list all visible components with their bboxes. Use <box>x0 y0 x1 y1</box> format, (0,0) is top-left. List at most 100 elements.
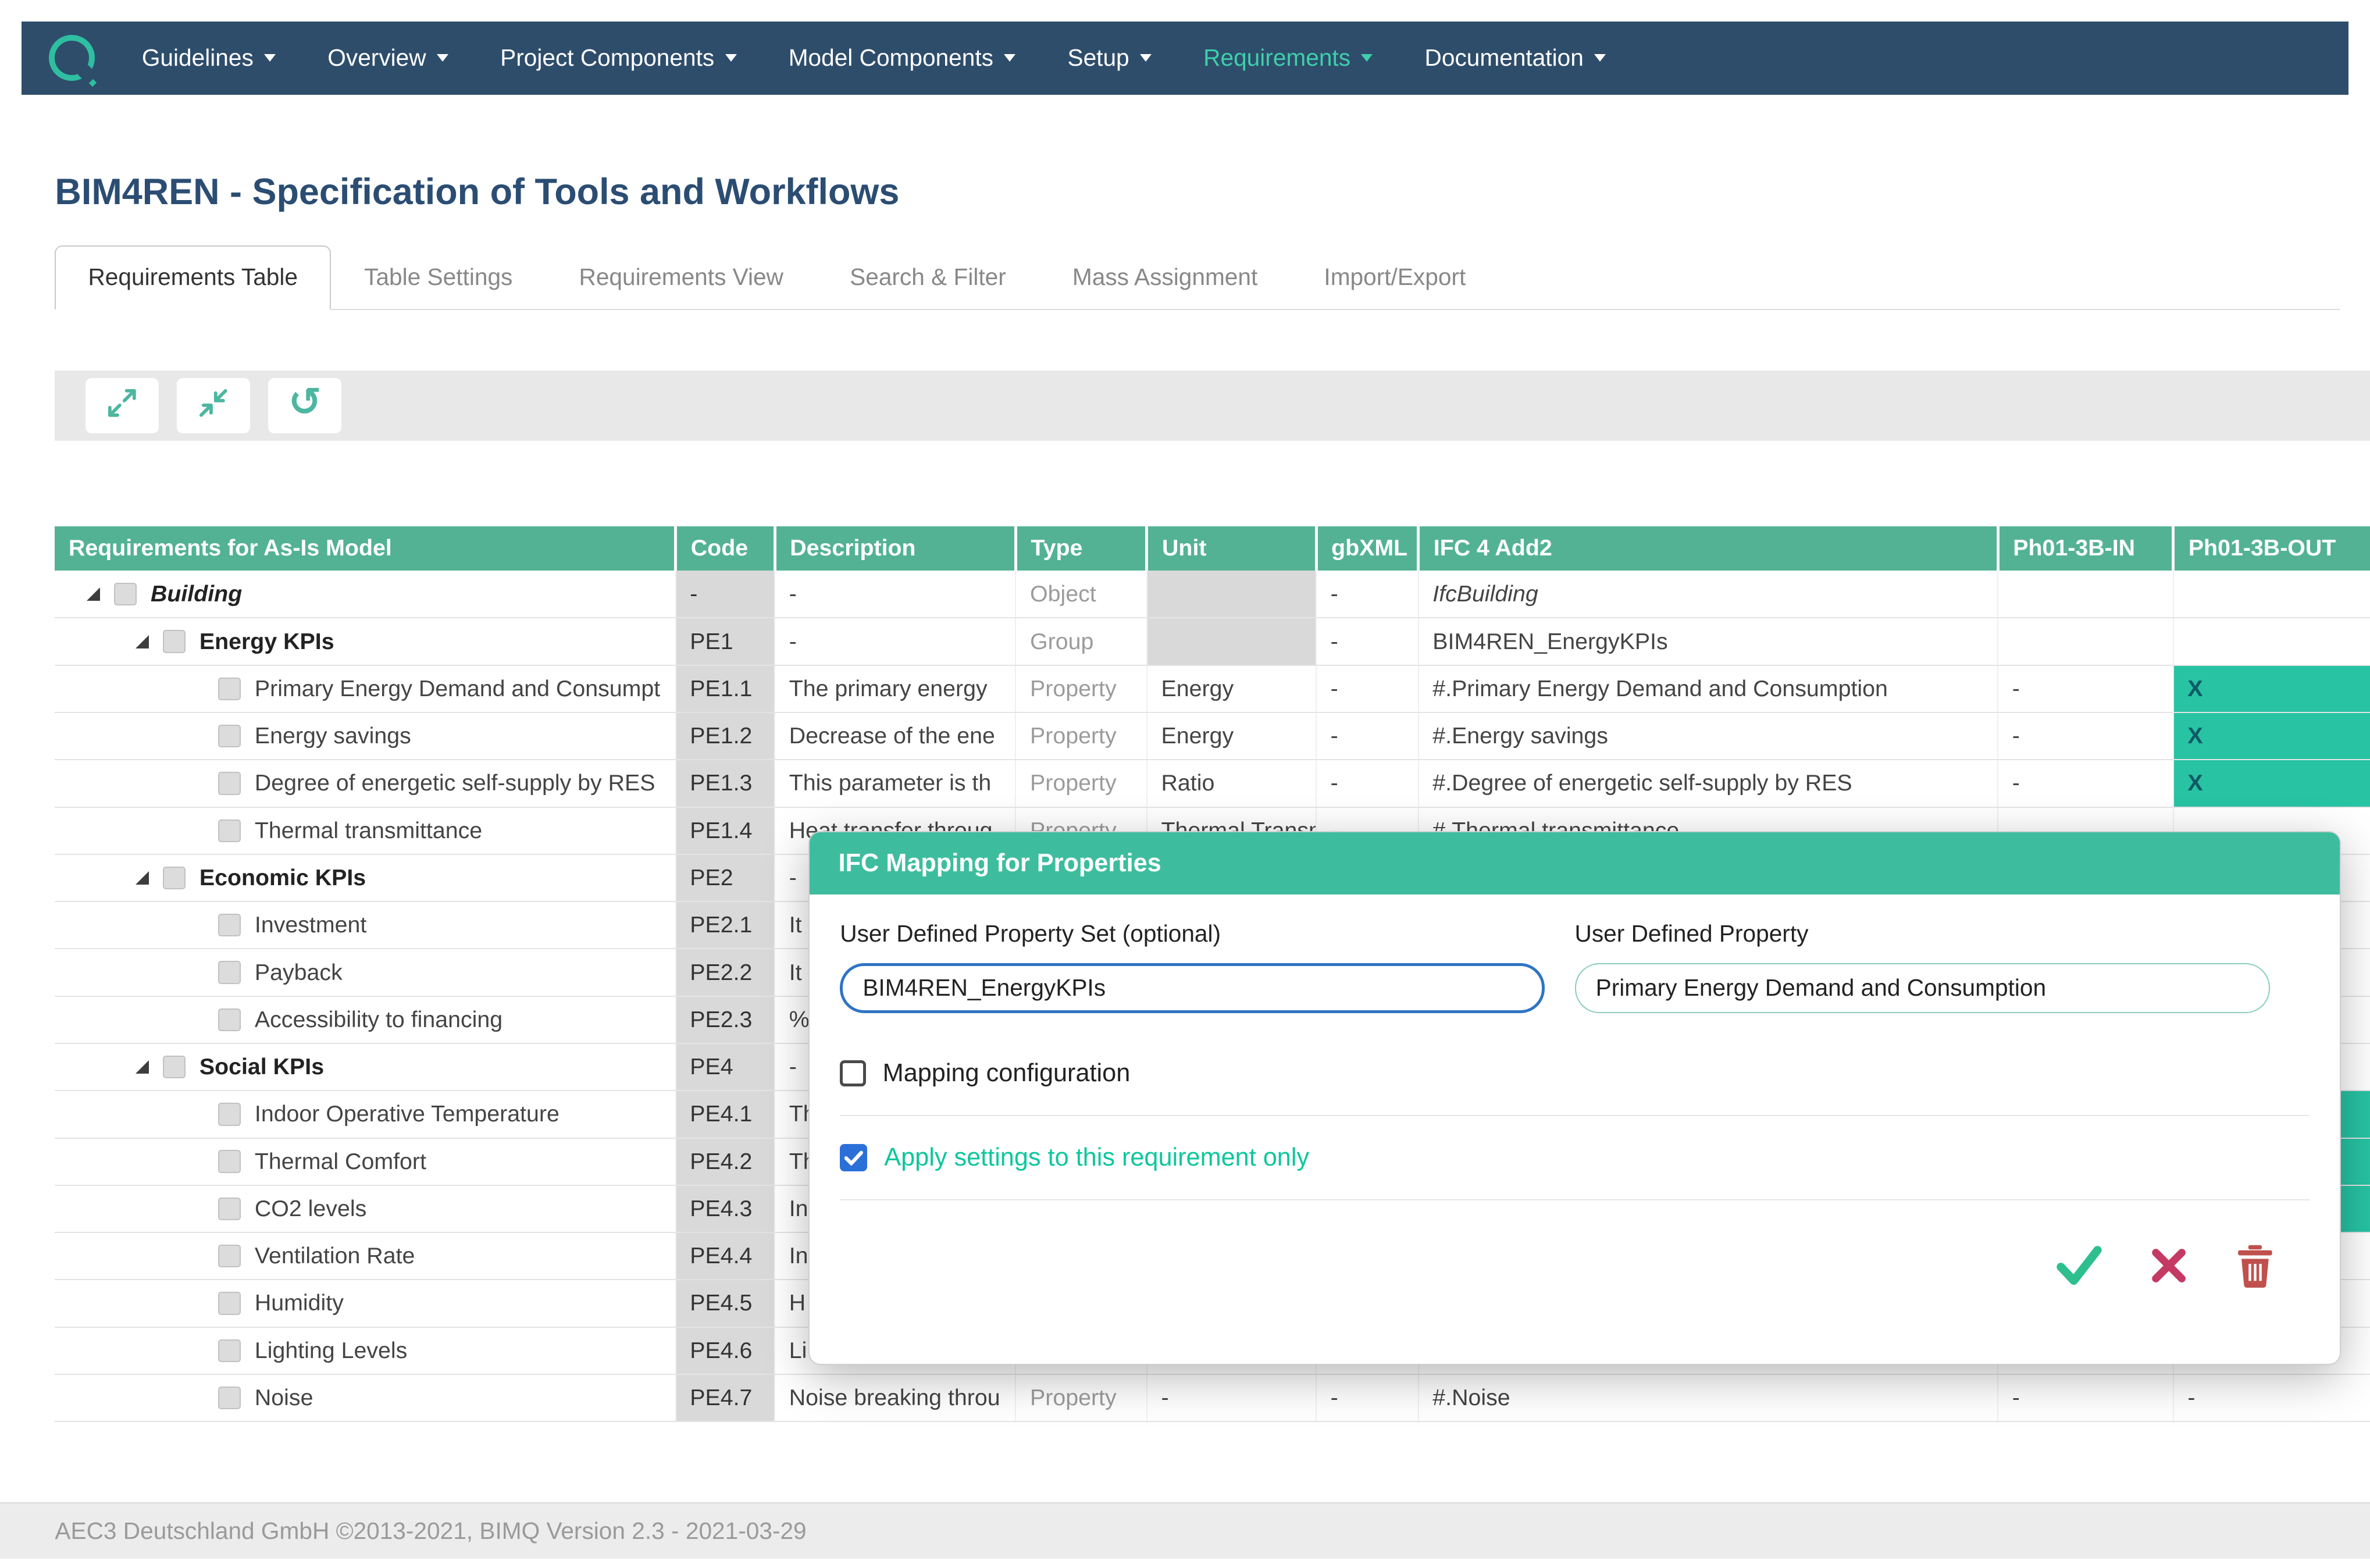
tree-expand-caret-icon[interactable] <box>136 871 149 885</box>
table-row[interactable]: Building--Object-IfcBuilding <box>55 571 2370 618</box>
chevron-down-icon <box>725 54 737 62</box>
requirement-name: Energy savings <box>255 723 411 749</box>
chevron-down-icon <box>1140 54 1152 62</box>
ph01-3b-out-cell: - <box>2173 1374 2370 1421</box>
nav-item-label: Overview <box>327 44 426 72</box>
gbxml-cell: - <box>1316 712 1419 760</box>
apply-settings-checkbox[interactable] <box>840 1144 867 1171</box>
row-checkbox[interactable] <box>218 1292 241 1314</box>
tab-requirements-table[interactable]: Requirements Table <box>55 245 331 310</box>
table-row[interactable]: Energy savingsPE1.2Decrease of the enePr… <box>55 712 2370 760</box>
row-checkbox[interactable] <box>163 1056 186 1078</box>
column-header-ph01-3b-in[interactable]: Ph01-3B-IN <box>1998 526 2173 571</box>
row-checkbox[interactable] <box>218 678 241 700</box>
nav-item-model-components[interactable]: Model Components <box>762 22 1042 95</box>
row-checkbox[interactable] <box>218 1103 241 1125</box>
table-row[interactable]: NoisePE4.7Noise breaking throuProperty--… <box>55 1374 2370 1421</box>
confirm-button[interactable] <box>2055 1244 2104 1292</box>
tab-import-export[interactable]: Import/Export <box>1291 245 1499 310</box>
property-input[interactable] <box>1575 963 2271 1014</box>
ifc-mapping-modal: IFC Mapping for Properties User Defined … <box>808 831 2341 1365</box>
row-checkbox[interactable] <box>163 867 186 889</box>
nav-item-guidelines[interactable]: Guidelines <box>116 22 301 95</box>
nav-item-overview[interactable]: Overview <box>302 22 475 95</box>
code-cell: PE4.2 <box>676 1138 775 1185</box>
gbxml-cell: - <box>1316 618 1419 665</box>
row-checkbox[interactable] <box>218 1387 241 1409</box>
cancel-button[interactable] <box>2149 1246 2189 1291</box>
row-checkbox[interactable] <box>114 583 137 605</box>
expand-all-button[interactable] <box>85 378 159 433</box>
requirement-name-cell: Lighting Levels <box>55 1327 675 1374</box>
requirement-name-cell: Energy savings <box>55 712 675 760</box>
column-header-gbxml[interactable]: gbXML <box>1316 526 1419 571</box>
confirm-icon <box>2055 1244 2104 1292</box>
unit-cell <box>1147 618 1316 665</box>
code-cell: PE1.1 <box>676 665 775 712</box>
refresh-button[interactable]: ↺ <box>268 378 341 433</box>
table-row[interactable]: Degree of energetic self-supply by RESPE… <box>55 760 2370 807</box>
requirement-name-cell: Ventilation Rate <box>55 1232 675 1280</box>
row-checkbox[interactable] <box>218 725 241 747</box>
tab-mass-assignment[interactable]: Mass Assignment <box>1039 245 1291 310</box>
requirement-name-cell: Payback <box>55 949 675 996</box>
row-checkbox[interactable] <box>218 914 241 936</box>
column-header-type[interactable]: Type <box>1015 526 1147 571</box>
page-title: BIM4REN - Specification of Tools and Wor… <box>55 171 899 213</box>
nav-item-label: Setup <box>1067 44 1129 72</box>
tab-search-filter[interactable]: Search & Filter <box>817 245 1039 310</box>
tree-expand-caret-icon[interactable] <box>136 1060 149 1074</box>
chevron-down-icon <box>1594 54 1606 62</box>
property-field: User Defined Property <box>1575 920 2310 1013</box>
table-row[interactable]: Energy KPIsPE1-Group-BIM4REN_EnergyKPIs <box>55 618 2370 665</box>
gbxml-cell: - <box>1316 760 1419 807</box>
requirement-name-cell: Thermal transmittance <box>55 807 675 854</box>
mapping-configuration-checkbox[interactable] <box>840 1060 866 1086</box>
cancel-icon <box>2149 1246 2189 1291</box>
nav-item-requirements[interactable]: Requirements <box>1178 22 1399 95</box>
row-checkbox[interactable] <box>218 819 241 842</box>
row-checkbox[interactable] <box>218 772 241 794</box>
tree-expand-caret-icon[interactable] <box>136 635 149 648</box>
row-checkbox[interactable] <box>218 1339 241 1362</box>
tab-table-settings[interactable]: Table Settings <box>331 245 546 310</box>
requirement-name-cell: Noise <box>55 1374 675 1421</box>
nav-item-documentation[interactable]: Documentation <box>1399 22 1632 95</box>
property-set-input[interactable] <box>840 963 1545 1014</box>
collapse-all-button[interactable] <box>177 378 250 433</box>
column-header-unit[interactable]: Unit <box>1147 526 1316 571</box>
column-header-requirements-for-as-is-model[interactable]: Requirements for As-Is Model <box>55 526 675 571</box>
modal-actions <box>810 1228 2340 1324</box>
column-header-ph01-3b-out[interactable]: Ph01-3B-OUT <box>2173 526 2370 571</box>
column-header-description[interactable]: Description <box>775 526 1015 571</box>
top-navbar: Guidelines Overview Project ComponentsMode… <box>22 22 2349 95</box>
tab-requirements-view[interactable]: Requirements View <box>546 245 817 310</box>
gbxml-cell: - <box>1316 665 1419 712</box>
nav-item-label: Guidelines <box>142 44 254 72</box>
requirement-name-cell: Degree of energetic self-supply by RES <box>55 760 675 807</box>
row-checkbox[interactable] <box>163 630 186 653</box>
delete-button[interactable] <box>2234 1243 2276 1293</box>
row-checkbox[interactable] <box>218 1150 241 1173</box>
property-set-label: User Defined Property Set (optional) <box>840 920 1574 947</box>
column-header-code[interactable]: Code <box>676 526 775 571</box>
requirement-name: Thermal transmittance <box>255 818 482 844</box>
nav-items: Guidelines Overview Project ComponentsMode… <box>116 22 1631 95</box>
chevron-down-icon <box>264 54 276 62</box>
nav-item-setup[interactable]: Setup <box>1042 22 1178 95</box>
table-row[interactable]: Primary Energy Demand and ConsumptionPE1… <box>55 665 2370 712</box>
row-checkbox[interactable] <box>218 1008 241 1031</box>
type-cell: Group <box>1015 618 1147 665</box>
row-checkbox[interactable] <box>218 961 241 983</box>
ph01-3b-out-cell: X <box>2173 760 2370 807</box>
requirement-name: Building <box>151 581 242 607</box>
nav-item-project-components[interactable]: Project Components <box>475 22 763 95</box>
ph01-3b-out-cell <box>2173 618 2370 665</box>
code-cell: PE2.3 <box>676 996 775 1043</box>
row-checkbox[interactable] <box>218 1198 241 1220</box>
app-logo-icon[interactable] <box>49 35 95 81</box>
column-header-ifc-4-add2[interactable]: IFC 4 Add2 <box>1419 526 1998 571</box>
tree-expand-caret-icon[interactable] <box>87 587 100 601</box>
requirement-name: Lighting Levels <box>255 1338 407 1364</box>
row-checkbox[interactable] <box>218 1245 241 1267</box>
